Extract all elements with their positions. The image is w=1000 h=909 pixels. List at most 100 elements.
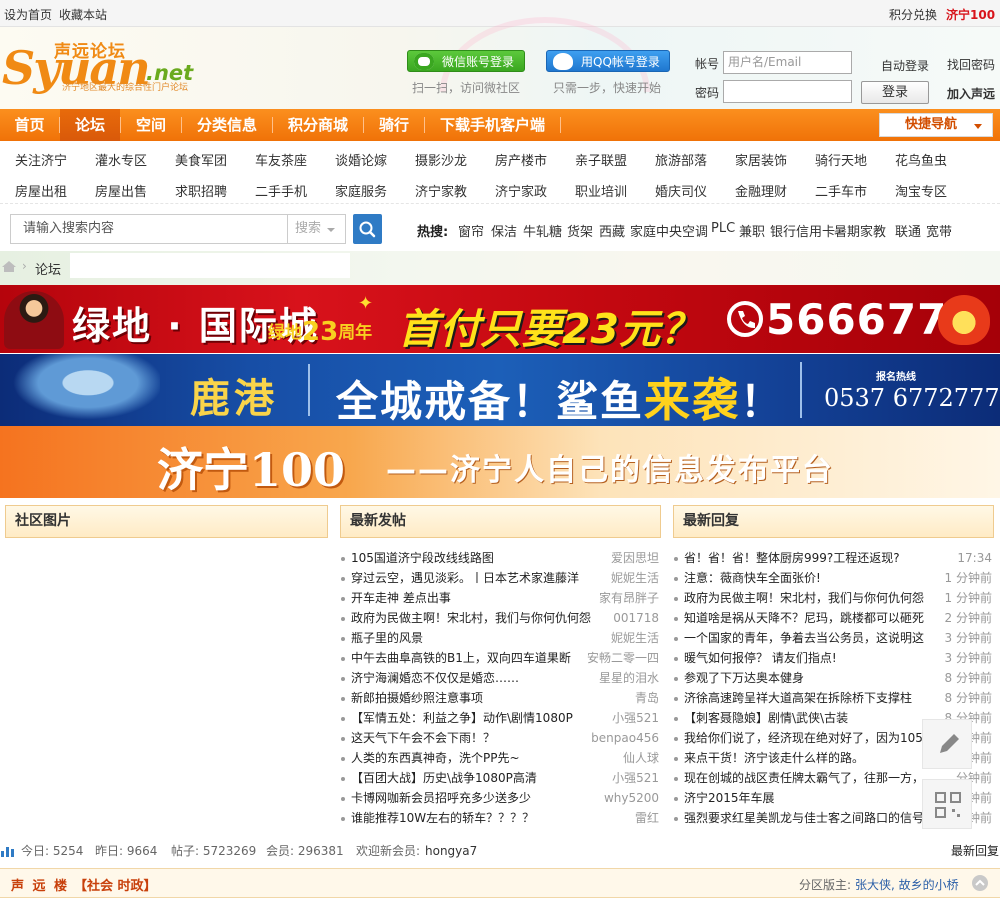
reply-title[interactable]: 一个国家的青年，争着去当公务员，这说明这 bbox=[684, 628, 924, 648]
hot-search-link[interactable]: PLC bbox=[711, 221, 735, 236]
post-row[interactable]: 开车走神 差点出事 家有昂胖子 bbox=[340, 588, 661, 608]
category-link[interactable]: 二手车市 bbox=[815, 181, 867, 200]
category-link[interactable]: 花鸟鱼虫 bbox=[895, 150, 947, 169]
nav-forum[interactable]: 论坛 bbox=[60, 109, 120, 141]
post-author[interactable]: why5200 bbox=[604, 788, 659, 808]
post-title[interactable]: 新郎拍摄婚纱照注意事项 bbox=[351, 688, 591, 708]
hot-search-link[interactable]: 家庭中央空调 bbox=[630, 221, 708, 240]
post-author[interactable]: 家有昂胖子 bbox=[599, 588, 659, 608]
password-input[interactable] bbox=[723, 80, 852, 103]
forgot-password-link[interactable]: 找回密码 bbox=[947, 56, 995, 73]
category-link[interactable]: 房屋出租 bbox=[15, 181, 67, 200]
category-link[interactable]: 二手手机 bbox=[255, 181, 307, 200]
ad-banner-lugang[interactable]: 鹿港 全城戒备！鲨鱼来袭！ 报名热线 0537 6772777 bbox=[0, 354, 1000, 427]
post-title[interactable]: 济宁海澜婚恋不仅仅是婚恋…… bbox=[351, 668, 591, 688]
post-author[interactable]: 小强521 bbox=[612, 768, 659, 788]
reply-title[interactable]: 政府为民做主啊！宋北村，我们与你何仇何怨 bbox=[684, 588, 924, 608]
post-title[interactable]: 这天气下午会不会下雨！？ bbox=[351, 728, 591, 748]
home-icon[interactable] bbox=[2, 261, 16, 272]
category-link[interactable]: 灌水专区 bbox=[95, 150, 147, 169]
post-row[interactable]: 中午去曲阜高铁的B1上，双向四车道果断 安畅二零一四 bbox=[340, 648, 661, 668]
reply-row[interactable]: 一个国家的青年，争着去当公务员，这说明这 3 分钟前 bbox=[673, 628, 994, 648]
category-link[interactable]: 济宁家政 bbox=[495, 181, 547, 200]
hot-search-link[interactable]: 宽带 bbox=[926, 221, 952, 240]
qrcode-button[interactable] bbox=[922, 779, 972, 829]
post-author[interactable]: 星星的泪水 bbox=[599, 668, 659, 688]
category-link[interactable]: 摄影沙龙 bbox=[415, 150, 467, 169]
category-link[interactable]: 家庭服务 bbox=[335, 181, 387, 200]
nav-home[interactable]: 首页 bbox=[0, 109, 59, 141]
post-title[interactable]: 开车走神 差点出事 bbox=[351, 588, 591, 608]
post-row[interactable]: 政府为民做主啊！宋北村，我们与你何仇何怨 001718 bbox=[340, 608, 661, 628]
post-author[interactable]: 妮妮生活 bbox=[611, 568, 659, 588]
moderator-links[interactable]: 张大侠, 故乡的小桥 bbox=[855, 876, 959, 893]
category-link[interactable]: 职业培训 bbox=[575, 181, 627, 200]
breadcrumb-forum[interactable]: 论坛 bbox=[35, 259, 61, 278]
post-title[interactable]: 穿过云空，遇见淡彩。丨日本艺术家進藤洋 bbox=[351, 568, 591, 588]
reply-row[interactable]: 参观了下万达奥本健身 8 分钟前 bbox=[673, 668, 994, 688]
category-link[interactable]: 淘宝专区 bbox=[895, 181, 947, 200]
category-link[interactable]: 车友茶座 bbox=[255, 150, 307, 169]
post-row[interactable]: 瓶子里的风景 妮妮生活 bbox=[340, 628, 661, 648]
post-author[interactable]: 雷红 bbox=[635, 808, 659, 828]
post-row[interactable]: 人类的东西真神奇，洗个PP先~ 仙人球 bbox=[340, 748, 661, 768]
category-link[interactable]: 关注济宁 bbox=[15, 150, 67, 169]
post-row[interactable]: 谁能推荐10W左右的轿车？？？？ 雷红 bbox=[340, 808, 661, 828]
reply-row[interactable]: 注意：薇商快车全面张价! 1 分钟前 bbox=[673, 568, 994, 588]
reply-row[interactable]: 济徐高速跨呈祥大道高架在拆除桥下支撑柱 8 分钟前 bbox=[673, 688, 994, 708]
post-title[interactable]: 人类的东西真神奇，洗个PP先~ bbox=[351, 748, 591, 768]
post-author[interactable]: 妮妮生活 bbox=[611, 628, 659, 648]
post-author[interactable]: 安畅二零一四 bbox=[587, 648, 659, 668]
category-link[interactable]: 旅游部落 bbox=[655, 150, 707, 169]
post-author[interactable]: 青岛 bbox=[635, 688, 659, 708]
hot-search-link[interactable]: 货架 bbox=[567, 221, 593, 240]
post-title[interactable]: 【军情五处：利益之争】动作\剧情1080P bbox=[351, 708, 591, 728]
post-author[interactable]: 小强521 bbox=[612, 708, 659, 728]
category-link[interactable]: 房产楼市 bbox=[495, 150, 547, 169]
reply-title[interactable]: 济宁2015年车展 bbox=[684, 788, 924, 808]
post-title[interactable]: 105国道济宁段改线线路图 bbox=[351, 548, 591, 568]
post-row[interactable]: 济宁海澜婚恋不仅仅是婚恋…… 星星的泪水 bbox=[340, 668, 661, 688]
account-input[interactable]: 用户名/Email bbox=[723, 51, 852, 74]
reply-row[interactable]: 政府为民做主啊！宋北村，我们与你何仇何怨 1 分钟前 bbox=[673, 588, 994, 608]
category-link[interactable]: 家居装饰 bbox=[735, 150, 787, 169]
search-button[interactable] bbox=[353, 214, 382, 244]
reply-title[interactable]: 现在创城的战区责任牌太霸气了，往那一方， bbox=[684, 768, 924, 788]
hot-search-link[interactable]: 银行信用卡 bbox=[770, 221, 835, 240]
set-home-link[interactable]: 设为首页 bbox=[4, 6, 52, 23]
nav-cycling[interactable]: 骑行 bbox=[364, 109, 424, 141]
hot-search-link[interactable]: 兼职 bbox=[739, 221, 765, 240]
nav-space[interactable]: 空间 bbox=[121, 109, 181, 141]
collapse-button[interactable] bbox=[972, 875, 988, 891]
latest-reply-link[interactable]: 最新回复 bbox=[951, 840, 999, 862]
post-title[interactable]: 政府为民做主啊！宋北村，我们与你何仇何怨 bbox=[351, 608, 591, 628]
category-link[interactable]: 求职招聘 bbox=[175, 181, 227, 200]
post-title[interactable]: 瓶子里的风景 bbox=[351, 628, 591, 648]
hot-search-link[interactable]: 联通 bbox=[895, 221, 921, 240]
reply-title[interactable]: 济徐高速跨呈祥大道高架在拆除桥下支撑柱 bbox=[684, 688, 924, 708]
login-button[interactable]: 登录 bbox=[861, 81, 929, 104]
search-type-select[interactable]: 搜索 bbox=[287, 214, 346, 244]
post-button[interactable] bbox=[922, 719, 972, 769]
category-link[interactable]: 济宁家教 bbox=[415, 181, 467, 200]
post-row[interactable]: 105国道济宁段改线线路图 爱因思坦 bbox=[340, 548, 661, 568]
post-title[interactable]: 【百团大战】历史\战争1080P高清 bbox=[351, 768, 591, 788]
ad-banner-jining100[interactable]: 济宁100 ——济宁人自己的信息发布平台 bbox=[0, 426, 1000, 498]
post-row[interactable]: 这天气下午会不会下雨！？ benpao456 bbox=[340, 728, 661, 748]
hot-search-link[interactable]: 西藏 bbox=[599, 221, 625, 240]
reply-title[interactable]: 来点干货！济宁该走什么样的路。 bbox=[684, 748, 924, 768]
reply-title[interactable]: 【刺客聂隐娘】剧情\武侠\古装 bbox=[684, 708, 924, 728]
ad-banner-greenland[interactable]: 绿地 · 国际城 绿地23周年 ✦ 首付只要23元？ 5666777 bbox=[0, 285, 1000, 353]
reply-row[interactable]: 暖气如何报停？ 请友们指点! 3 分钟前 bbox=[673, 648, 994, 668]
hot-search-link[interactable]: 窗帘 bbox=[458, 221, 484, 240]
category-link[interactable]: 骑行天地 bbox=[815, 150, 867, 169]
join-link[interactable]: 加入声远 bbox=[947, 85, 995, 102]
section-name[interactable]: 声 远 楼 bbox=[11, 875, 69, 894]
reply-title[interactable]: 省！省！省！整体厨房999?工程还返现? bbox=[684, 548, 924, 568]
category-link[interactable]: 婚庆司仪 bbox=[655, 181, 707, 200]
post-title[interactable]: 中午去曲阜高铁的B1上，双向四车道果断 bbox=[351, 648, 591, 668]
wechat-login-button[interactable]: 微信账号登录 bbox=[407, 50, 525, 72]
nav-points-mall[interactable]: 积分商城 bbox=[273, 109, 363, 141]
reply-title[interactable]: 知道啥是祸从天降不？尼玛，跳楼都可以砸死 bbox=[684, 608, 924, 628]
section-category[interactable]: 【社会 时政】 bbox=[74, 875, 157, 894]
